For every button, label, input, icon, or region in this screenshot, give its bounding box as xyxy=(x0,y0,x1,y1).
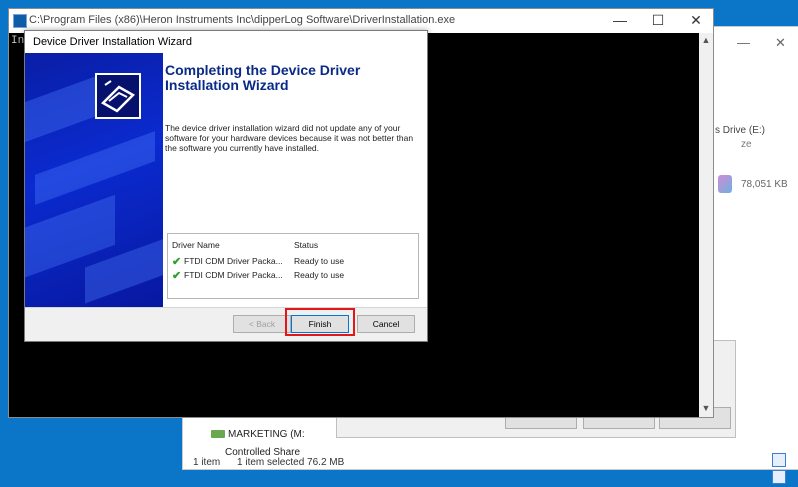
network-drive-item[interactable]: MARKETING (M: xyxy=(211,429,305,440)
wizard-title: Device Driver Installation Wizard xyxy=(33,36,192,48)
console-close-button[interactable]: ✕ xyxy=(681,12,711,29)
explorer-close-button[interactable]: ✕ xyxy=(775,35,786,51)
file-icon xyxy=(718,175,732,193)
driver-status: Ready to use xyxy=(294,270,345,280)
wizard-titlebar: Device Driver Installation Wizard xyxy=(25,31,427,53)
console-scrollbar[interactable]: ▲ ▼ xyxy=(699,33,713,417)
console-minimize-button[interactable]: — xyxy=(605,12,635,28)
wizard-banner xyxy=(25,53,163,307)
status-list-header: Driver Name Status xyxy=(172,240,412,252)
console-title: C:\Program Files (x86)\Heron Instruments… xyxy=(29,14,456,26)
check-icon: ✔ xyxy=(172,270,182,282)
wizard-content: Completing the Device Driver Installatio… xyxy=(163,53,427,307)
driver-name: FTDI CDM Driver Packa... xyxy=(184,256,283,266)
file-size-cell: 78,051 KB xyxy=(741,179,788,190)
back-button[interactable]: < Back xyxy=(233,315,291,333)
explorer-status-bar: 1 item 1 item selected 76.2 MB xyxy=(193,457,358,468)
status-item-count: 1 item xyxy=(193,457,221,468)
driver-status-list: Driver Name Status ✔ FTDI CDM Driver Pac… xyxy=(167,233,419,299)
header-status: Status xyxy=(294,240,319,250)
cancel-button[interactable]: Cancel xyxy=(357,315,415,333)
hardware-card-icon xyxy=(95,73,141,119)
wizard-heading: Completing the Device Driver Installatio… xyxy=(165,62,361,93)
driver-wizard-dialog: Device Driver Installation Wizard Comple… xyxy=(24,30,428,342)
view-toggle xyxy=(769,453,798,487)
driver-name: FTDI CDM Driver Packa... xyxy=(184,270,283,280)
list-item: ✔ FTDI CDM Driver Packa... Ready to use xyxy=(172,256,412,268)
footer-divider xyxy=(25,307,427,308)
console-maximize-button[interactable]: ☐ xyxy=(643,12,673,29)
network-drive-label: MARKETING (M: xyxy=(228,429,305,440)
check-icon: ✔ xyxy=(172,256,182,268)
tiles-view-icon[interactable] xyxy=(772,470,786,484)
explorer-minimize-button[interactable]: — xyxy=(737,35,750,50)
console-app-icon xyxy=(13,14,27,28)
details-view-icon[interactable] xyxy=(772,453,786,467)
status-selection: 1 item selected 76.2 MB xyxy=(237,457,345,468)
driver-status: Ready to use xyxy=(294,256,345,266)
explorer-column-fragment: ze xyxy=(741,139,752,150)
list-item: ✔ FTDI CDM Driver Packa... Ready to use xyxy=(172,270,412,282)
network-drive-icon xyxy=(211,430,225,439)
explorer-drive-label[interactable]: s Drive (E:) xyxy=(715,125,765,136)
scroll-down-arrow-icon[interactable]: ▼ xyxy=(699,403,713,413)
finish-button-highlight xyxy=(285,308,355,336)
header-driver-name: Driver Name xyxy=(172,240,220,250)
wizard-description: The device driver installation wizard di… xyxy=(165,123,414,153)
scroll-up-arrow-icon[interactable]: ▲ xyxy=(699,35,713,45)
